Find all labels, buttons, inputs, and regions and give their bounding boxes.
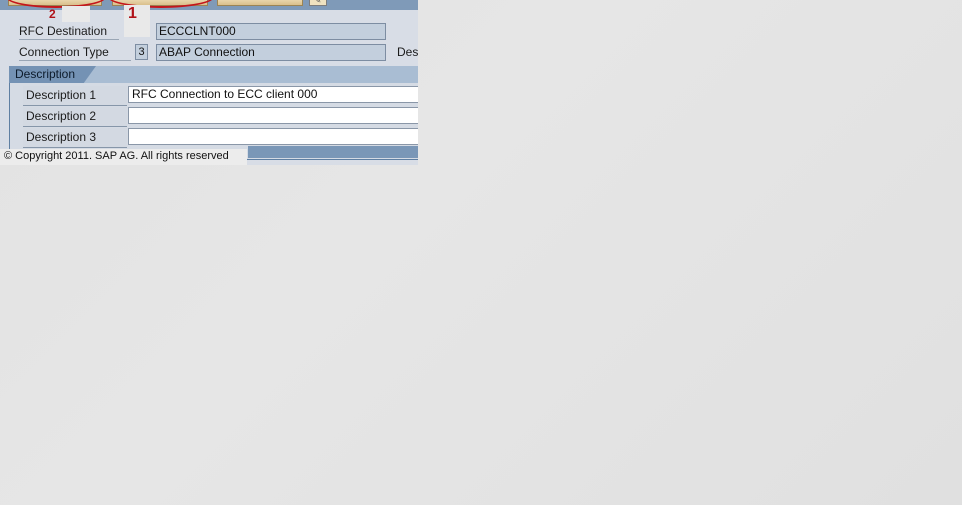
description-3-field[interactable] xyxy=(128,128,418,145)
annotation-backdrop xyxy=(62,6,90,22)
rfc-destination-field[interactable]: ECCCLNT000 xyxy=(156,23,386,40)
description-2-field[interactable] xyxy=(128,107,418,124)
rfc-destination-label: RFC Destination xyxy=(19,24,119,40)
sap-rfc-destination-window: ✎ 2 1 RFC Destination ECCCLNT000 Connect… xyxy=(0,0,418,165)
description-group-title: Description xyxy=(9,66,96,83)
annotation-number-1: 1 xyxy=(128,5,137,22)
connection-type-text-field: ABAP Connection xyxy=(156,44,386,61)
description-1-field[interactable]: RFC Connection to ECC client 000 xyxy=(128,86,418,103)
copyright-notice: © Copyright 2011. SAP AG. All rights res… xyxy=(0,149,247,165)
toolbar-button-3[interactable] xyxy=(217,0,303,6)
group-footer-bar xyxy=(248,146,418,158)
description-2-label: Description 2 xyxy=(23,107,127,127)
edit-icon[interactable]: ✎ xyxy=(309,0,327,6)
description-3-label: Description 3 xyxy=(23,128,127,148)
connection-type-label: Connection Type xyxy=(19,45,131,61)
connection-type-code-field[interactable]: 3 xyxy=(135,44,148,60)
annotation-number-2: 2 xyxy=(49,7,56,21)
description-label-truncated: Des xyxy=(397,45,418,59)
description-1-label: Description 1 xyxy=(23,86,127,106)
